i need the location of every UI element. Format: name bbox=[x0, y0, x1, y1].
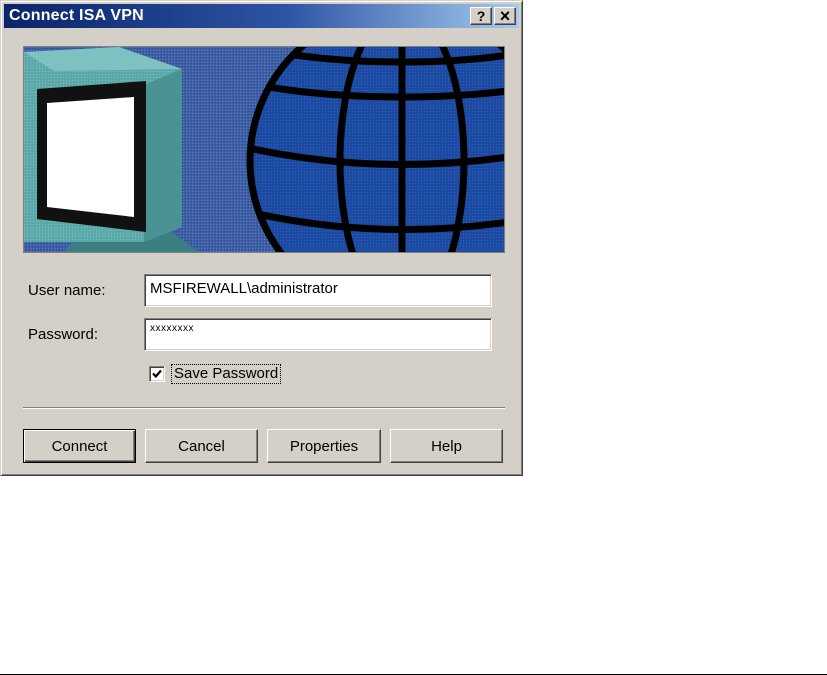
save-password-label[interactable]: Save Password bbox=[170, 364, 282, 384]
banner-illustration bbox=[24, 47, 504, 252]
help-button[interactable]: Help bbox=[390, 429, 503, 463]
username-label: User name: bbox=[28, 282, 106, 299]
username-field[interactable]: MSFIREWALL\administrator bbox=[144, 274, 492, 307]
save-password-checkbox[interactable] bbox=[149, 366, 165, 382]
separator-line bbox=[23, 407, 505, 409]
title-bar[interactable]: Connect ISA VPN ? × bbox=[4, 4, 519, 28]
question-mark-icon: ? bbox=[476, 8, 486, 24]
cancel-button[interactable]: Cancel bbox=[145, 429, 258, 463]
close-title-button[interactable]: × bbox=[494, 7, 516, 25]
checkmark-icon bbox=[152, 369, 162, 379]
dialog-title: Connect ISA VPN bbox=[9, 7, 144, 24]
properties-button[interactable]: Properties bbox=[267, 429, 381, 463]
password-label: Password: bbox=[28, 326, 99, 343]
vpn-banner-image bbox=[23, 46, 505, 253]
close-icon: × bbox=[499, 6, 511, 26]
help-title-button[interactable]: ? bbox=[470, 7, 492, 25]
computer-monitor-icon bbox=[24, 47, 182, 242]
connect-button[interactable]: Connect bbox=[23, 429, 136, 463]
connect-vpn-dialog: Connect ISA VPN ? × User name: MSFIREWAL… bbox=[0, 0, 523, 476]
password-field[interactable]: xxxxxxxx bbox=[144, 318, 492, 351]
